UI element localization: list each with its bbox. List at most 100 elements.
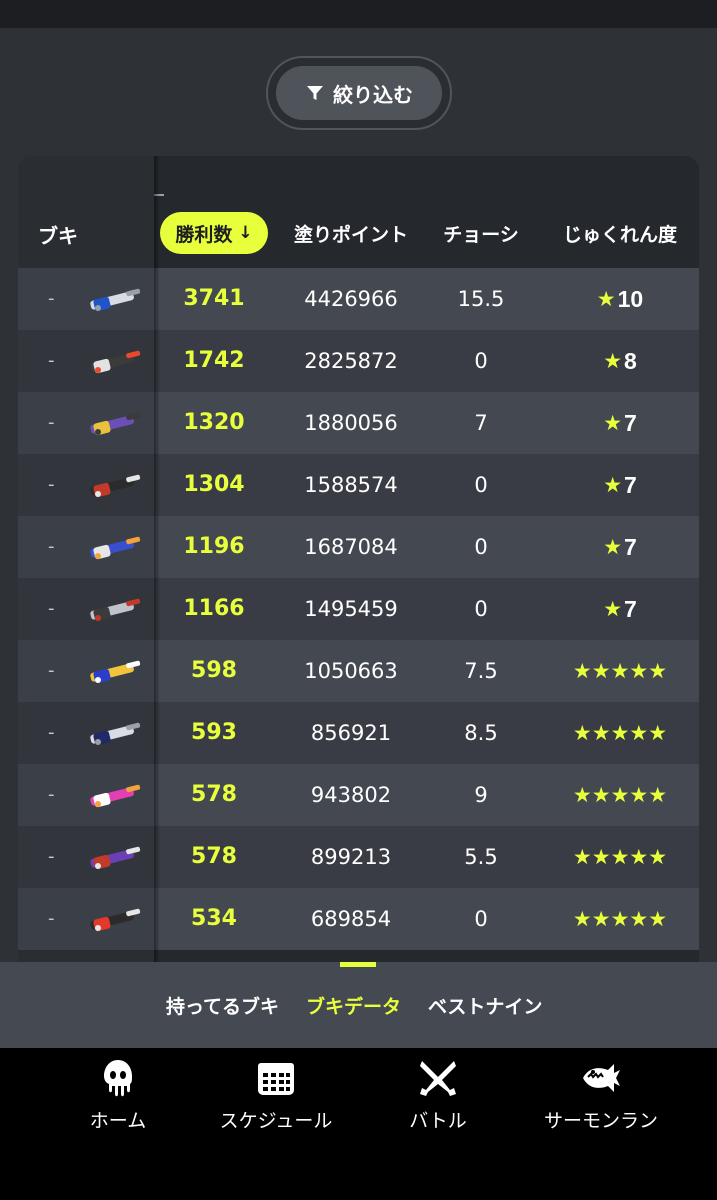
rank-label: - — [48, 660, 55, 681]
weapon-icon-blaster — [90, 350, 141, 374]
mastery-level: 7 — [624, 409, 637, 436]
table-row[interactable]: -1320 1880056 7 ★ 7 — [18, 392, 699, 454]
table-row[interactable]: - 1742 2825872 0 ★ 8 — [18, 330, 699, 392]
turf-points-value: 943802 — [310, 783, 392, 807]
weapon-icon-eliter — [90, 846, 141, 870]
weapon-icon-squeezer — [90, 722, 141, 746]
turf-points-value: 899213 — [310, 845, 392, 869]
table-row[interactable]: - 578 899213 5.5 ★★★★★ — [18, 826, 699, 888]
weapon-icon-dualies — [90, 536, 141, 560]
mastery-star-icon: ★ — [603, 597, 623, 621]
battle-icon — [420, 1061, 456, 1096]
header-wins-label: 勝利数 — [175, 223, 233, 246]
weapon-cell: - — [18, 888, 154, 950]
mastery-stars-icon: ★★★★★ — [572, 907, 668, 931]
turf-points-value: 1050663 — [304, 659, 398, 683]
weapon-icon-splattershot-jr — [90, 288, 141, 312]
mastery-value: ★ 7 — [552, 392, 688, 454]
table-row[interactable]: - 598 1050663 7.5 ★★★★★ — [18, 640, 699, 702]
nav-schedule[interactable]: スケジュール — [216, 1058, 336, 1133]
turf-points-value: 1588574 — [304, 473, 398, 497]
wins-value: 1196 — [183, 534, 245, 559]
weapon-icon-charger — [90, 412, 141, 436]
rank-label: - — [48, 846, 55, 867]
header-buki: ブキ — [38, 224, 78, 248]
nav-battle-label: バトル — [409, 1110, 467, 1132]
nav-battle[interactable]: バトル — [398, 1058, 478, 1133]
choshi-value: 0 — [474, 349, 488, 373]
mastery-value: ★ 7 — [552, 578, 688, 640]
wins-value: 534 — [191, 906, 237, 931]
mastery-stars-icon: ★★★★★ — [572, 721, 668, 745]
header-mastery[interactable]: じゅくれん度 — [552, 212, 688, 254]
weapon-cell: - — [18, 268, 154, 330]
filter-icon — [307, 86, 323, 100]
mastery-star-icon: ★ — [603, 411, 623, 435]
wins-value: 3741 — [183, 286, 245, 311]
tab-owned-weapons[interactable]: 持ってるブキ — [166, 992, 279, 1019]
mastery-level: 7 — [624, 471, 637, 498]
mastery-stars-icon: ★★★★★ — [572, 659, 668, 683]
mastery-star-icon: ★ — [596, 287, 616, 311]
mastery-star-icon: ★ — [603, 349, 623, 373]
choshi-value: 7.5 — [464, 659, 498, 683]
turf-points-value: 2825872 — [304, 349, 398, 373]
choshi-value: 9 — [474, 783, 488, 807]
turf-points-value: 4426966 — [304, 287, 398, 311]
wins-value: 1320 — [183, 410, 245, 435]
table-row[interactable]: - 534 689854 0 ★★★★★ — [18, 888, 699, 950]
weapon-icon-brush — [90, 908, 141, 932]
calendar-icon — [258, 1063, 294, 1095]
wins-value: 578 — [191, 782, 237, 807]
weapon-cell: - — [18, 702, 154, 764]
wins-value: 1742 — [183, 348, 245, 373]
turf-points-value: 1687084 — [304, 535, 398, 559]
header-choshi[interactable]: チョーシ — [428, 212, 534, 254]
weapon-cell: - — [18, 330, 154, 392]
header-wins-sort-button[interactable]: 勝利数 ↓ — [160, 212, 268, 254]
wins-value: 593 — [191, 720, 237, 745]
table-row[interactable]: - 578 943802 9 ★★★★★ — [18, 764, 699, 826]
tab-best-nine[interactable]: ベストナイン — [428, 992, 542, 1019]
mastery-level: 8 — [624, 347, 637, 374]
squid-icon — [104, 1060, 132, 1097]
rank-label: - — [48, 722, 55, 743]
rank-label: - — [48, 288, 55, 309]
table-row[interactable]: - 1196 1687084 0 ★ 7 — [18, 516, 699, 578]
mastery-value: ★ 10 — [552, 268, 688, 330]
table-row[interactable]: - 1304 1588574 0 ★ 7 — [18, 454, 699, 516]
table-row[interactable]: - 1166 1495459 0 ★ 7 — [18, 578, 699, 640]
sort-down-icon: ↓ — [238, 223, 253, 243]
header-turf-points[interactable]: 塗りポイント — [276, 212, 426, 254]
choshi-value: 7 — [474, 411, 488, 435]
nav-salmon-run[interactable]: サーモンラン — [536, 1058, 666, 1133]
filter-button[interactable]: 絞り込む — [276, 66, 442, 120]
wins-value: 1304 — [183, 472, 245, 497]
table-row[interactable]: - 3741 4426966 15.5 ★ 10 — [18, 268, 699, 330]
column-divider-shadow — [154, 156, 160, 962]
rank-label: - — [48, 536, 55, 557]
nav-home[interactable]: ホーム — [78, 1058, 158, 1133]
mastery-value: ★★★★★ — [552, 888, 688, 950]
weapon-cell: - — [18, 640, 154, 702]
salmon-icon — [583, 1064, 620, 1092]
wins-value: 1166 — [183, 596, 245, 621]
weapon-cell: - — [18, 826, 154, 888]
mastery-stars-icon: ★★★★★ — [572, 783, 668, 807]
status-bar — [0, 0, 717, 28]
rank-label: - — [48, 474, 55, 495]
turf-points-value: 689854 — [310, 907, 392, 931]
wins-value: 578 — [191, 844, 237, 869]
table-row[interactable]: - 593 856921 8.5 ★★★★★ — [18, 702, 699, 764]
mastery-level: 10 — [617, 285, 644, 312]
rank-label: - — [48, 598, 55, 619]
tab-weapon-data[interactable]: ブキデータ — [306, 992, 401, 1019]
mastery-level: 7 — [624, 533, 637, 560]
turf-points-value: 1880056 — [304, 411, 398, 435]
turf-points-value: 856921 — [310, 721, 392, 745]
mastery-value: ★ 7 — [552, 454, 688, 516]
nav-home-label: ホーム — [89, 1110, 147, 1132]
nav-schedule-label: スケジュール — [219, 1110, 333, 1132]
weapon-cell: - — [18, 516, 154, 578]
weapon-cell: - — [18, 764, 154, 826]
